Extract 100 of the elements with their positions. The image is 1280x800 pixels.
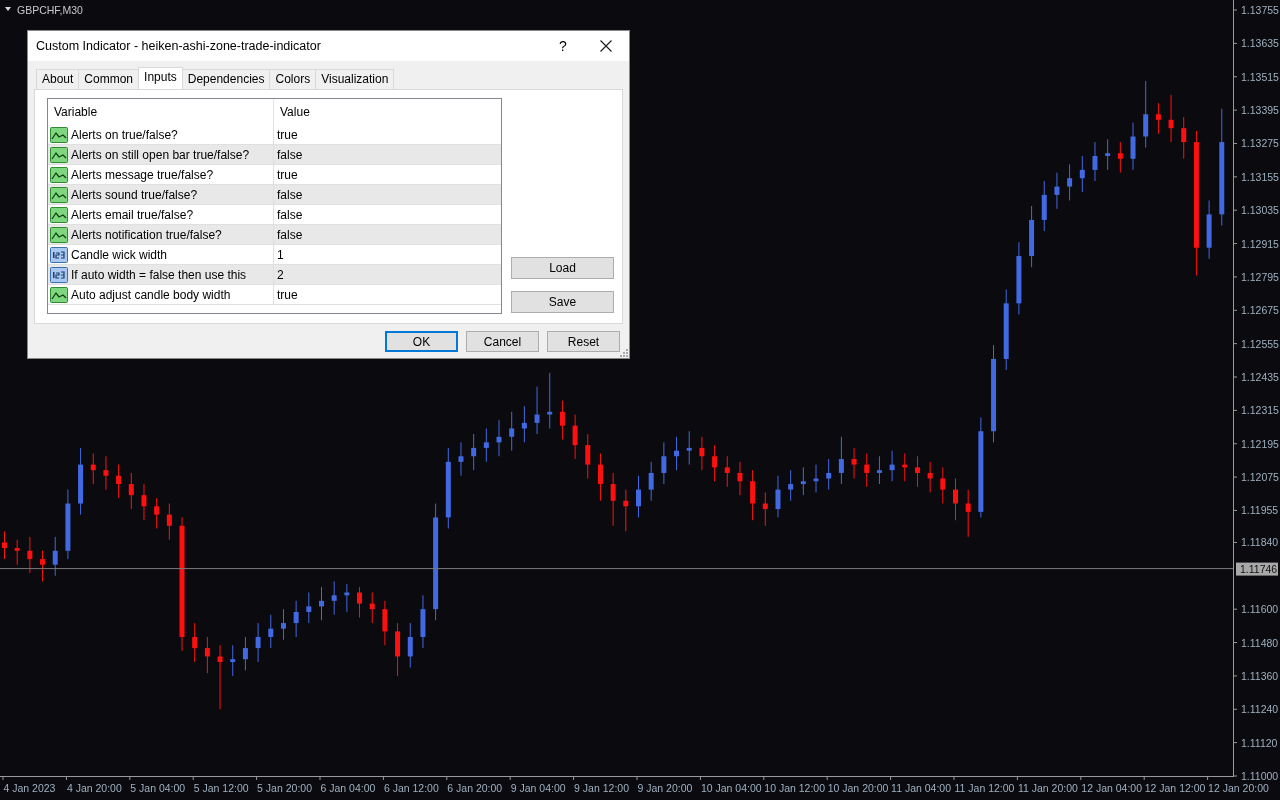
candle (686, 430, 692, 466)
candle (40, 550, 46, 582)
price-label: 1.11840 (1241, 536, 1279, 549)
dialog-button[interactable]: Reset (547, 331, 620, 352)
candle (420, 594, 426, 649)
candle (27, 536, 33, 574)
candle (572, 414, 578, 460)
candle (103, 455, 109, 491)
candle (750, 469, 756, 521)
candle (636, 475, 641, 518)
time-label: 11 Jan 12:00 (954, 782, 1015, 794)
resize-grip-icon[interactable] (620, 349, 628, 357)
candle (648, 461, 654, 502)
candle (280, 608, 286, 641)
candle (927, 461, 933, 493)
candle (559, 400, 565, 441)
candle (813, 464, 819, 493)
column-header: Value (279, 104, 311, 121)
value-cell[interactable]: false (274, 185, 501, 204)
candle (407, 622, 413, 669)
candle (585, 433, 591, 479)
price-label: 1.12195 (1241, 437, 1279, 450)
tab[interactable]: Dependencies (181, 69, 271, 89)
candle (141, 483, 147, 521)
dropdown-triangle-icon[interactable] (5, 7, 11, 11)
candle (674, 436, 680, 471)
candle (509, 411, 515, 452)
value-cell[interactable]: true (274, 285, 501, 304)
chart-symbol: GBPCHF,M30 (17, 4, 83, 16)
variable-name: Alerts message true/false? (71, 166, 214, 184)
chart-icon (50, 126, 68, 143)
candle (661, 441, 667, 485)
time-label: 5 Jan 04:00 (130, 782, 186, 794)
chart-icon (50, 146, 68, 163)
candle (116, 464, 122, 499)
time-label: 9 Jan 20:00 (637, 782, 693, 794)
price-label: 1.11240 (1241, 703, 1279, 716)
candle (217, 644, 223, 710)
candle (775, 475, 781, 518)
time-label: 11 Jan 04:00 (891, 782, 952, 794)
value-cell[interactable]: true (274, 125, 501, 144)
side-button[interactable]: Save (511, 291, 614, 313)
time-label: 10 Jan 20:00 (827, 782, 889, 794)
candle (623, 489, 629, 532)
variable-name: Alerts on still open bar true/false? (71, 146, 250, 164)
price-label: 1.12435 (1241, 371, 1279, 383)
value-cell[interactable]: 1 (274, 245, 501, 264)
candle (965, 489, 971, 538)
time-label: 6 Jan 20:00 (447, 782, 503, 794)
time-label: 10 Jan 12:00 (764, 782, 825, 794)
value-cell[interactable]: false (274, 145, 501, 164)
candle (1029, 205, 1035, 268)
value-cell[interactable]: true (274, 165, 501, 184)
candle (889, 450, 895, 482)
variable-name: Alerts email true/false? (71, 206, 194, 224)
price-label: 1.12795 (1241, 270, 1279, 283)
tab[interactable]: Visualization (315, 69, 395, 89)
tab[interactable]: About (36, 69, 80, 89)
dialog-button[interactable]: Cancel (466, 331, 539, 352)
candle (395, 622, 401, 677)
price-label: 1.13515 (1241, 70, 1279, 83)
candle (953, 478, 958, 521)
value-cell[interactable]: false (274, 225, 501, 244)
candle (788, 469, 794, 502)
dialog-button[interactable]: OK (385, 331, 458, 352)
value-cell[interactable]: 2 (274, 265, 501, 284)
tab[interactable]: Inputs (138, 67, 183, 89)
chart-icon (50, 286, 68, 303)
time-label: 10 Jan 04:00 (700, 782, 762, 794)
candle (357, 586, 363, 618)
candle (1181, 116, 1187, 160)
candle (610, 472, 616, 527)
time-label: 9 Jan 12:00 (574, 782, 629, 794)
price-label: 1.12075 (1241, 471, 1279, 484)
price-label: 1.13635 (1241, 37, 1279, 50)
candle (78, 447, 84, 516)
candle (90, 453, 96, 485)
current-price-label: 1.11746 (1236, 562, 1278, 576)
candle (268, 614, 274, 649)
candle (331, 580, 337, 616)
candle (876, 455, 882, 485)
side-button[interactable]: Load (511, 257, 614, 279)
candle (1092, 141, 1098, 182)
candle (496, 419, 502, 457)
chart-icon (50, 186, 68, 203)
help-button[interactable]: ? (543, 35, 583, 57)
candle (1067, 163, 1073, 201)
chart-icon (50, 206, 68, 223)
number-icon (50, 246, 68, 263)
price-label: 1.13275 (1241, 137, 1279, 150)
value-cell[interactable]: false (274, 205, 501, 224)
candle (826, 458, 832, 491)
candle (192, 622, 198, 663)
time-label: 4 Jan 20:00 (66, 782, 122, 794)
window-title: Custom Indicator - heiken-ashi-zone-trade-indicator (36, 37, 322, 55)
candle (344, 583, 350, 613)
candle (14, 539, 20, 566)
variable-name: Alerts sound true/false? (71, 186, 198, 204)
candle (712, 444, 718, 482)
time-label: 4 Jan 2023 (3, 782, 56, 794)
